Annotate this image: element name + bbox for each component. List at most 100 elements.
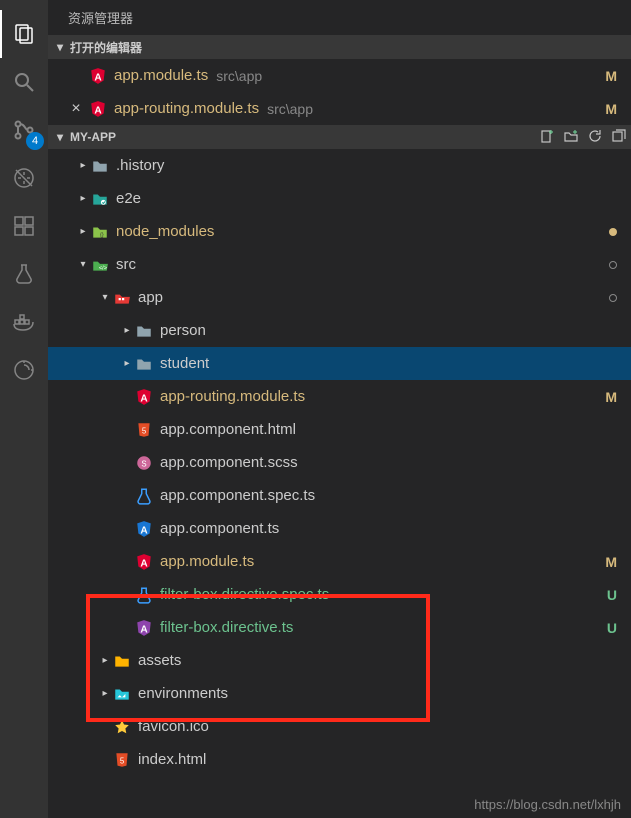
new-file-icon[interactable] [539, 128, 555, 147]
item-label: .history [116, 157, 164, 174]
open-editors-label: 打开的编辑器 [70, 39, 142, 56]
folder-item[interactable]: app [48, 281, 631, 314]
file-item[interactable]: A app.component.ts [48, 512, 631, 545]
activity-bar: 4 [0, 0, 48, 818]
watermark: https://blog.csdn.net/lxhjh [474, 797, 621, 812]
git-dot [609, 261, 617, 269]
git-status: M [605, 554, 617, 570]
svg-text:{}: {} [100, 232, 104, 238]
folder-icon [90, 189, 110, 209]
item-label: src [116, 256, 136, 273]
folder-item[interactable]: {} node_modules [48, 215, 631, 248]
folder-header[interactable]: MY-APP [48, 125, 631, 149]
refresh-icon[interactable] [587, 128, 603, 147]
collapse-icon[interactable] [611, 128, 627, 147]
folder-item[interactable]: environments [48, 677, 631, 710]
item-label: node_modules [116, 223, 214, 240]
folder-item[interactable]: assets [48, 644, 631, 677]
item-label: index.html [138, 751, 206, 768]
chevron-right-icon [120, 358, 134, 369]
scm-badge: 4 [26, 132, 44, 150]
folder-item[interactable]: e2e [48, 182, 631, 215]
folder-icon [90, 156, 110, 176]
item-label: e2e [116, 190, 141, 207]
open-editor-item[interactable]: A app.module.ts src\app M [48, 59, 631, 92]
file-name: app.module.ts [114, 67, 208, 84]
item-label: app [138, 289, 163, 306]
item-label: app.component.spec.ts [160, 487, 315, 504]
docker-tab[interactable] [0, 298, 48, 346]
file-item[interactable]: 5 app.component.html [48, 413, 631, 446]
extensions-tab[interactable] [0, 202, 48, 250]
folder-item[interactable]: student [48, 347, 631, 380]
file-item[interactable]: A app.module.tsM [48, 545, 631, 578]
file-path: src\app [267, 101, 313, 117]
file-item[interactable]: S app.component.scss [48, 446, 631, 479]
file-item[interactable]: A app-routing.module.tsM [48, 380, 631, 413]
file-tree: .history e2e {} node_modules </> src app… [48, 149, 631, 818]
chevron-right-icon [98, 655, 112, 666]
file-item[interactable]: app.component.spec.ts [48, 479, 631, 512]
item-label: app.component.html [160, 421, 296, 438]
folder-icon [134, 354, 154, 374]
open-editor-item[interactable]: × A app-routing.module.ts src\app M [48, 92, 631, 125]
git-status: U [607, 587, 617, 603]
item-label: person [160, 322, 206, 339]
svg-text:</>: </> [99, 265, 107, 271]
file-item[interactable]: 5 index.html [48, 743, 631, 776]
svg-text:A: A [140, 393, 148, 404]
folder-item[interactable]: person [48, 314, 631, 347]
new-folder-icon[interactable] [563, 128, 579, 147]
git-status: M [605, 68, 617, 84]
chevron-right-icon [98, 688, 112, 699]
git-dot [609, 228, 617, 236]
live-tab[interactable] [0, 346, 48, 394]
file-item[interactable]: filter-box.directive.spec.ts U [48, 578, 631, 611]
chevron-right-icon [120, 325, 134, 336]
test-tab[interactable] [0, 250, 48, 298]
file-icon [134, 486, 154, 506]
file-icon: 5 [134, 420, 154, 440]
file-icon: A [134, 618, 154, 638]
svg-text:5: 5 [142, 426, 147, 435]
folder-item[interactable]: </> src [48, 248, 631, 281]
svg-text:A: A [94, 105, 102, 116]
item-label: app-routing.module.ts [160, 388, 305, 405]
item-label: environments [138, 685, 228, 702]
item-label: student [160, 355, 209, 372]
chevron-down-icon [52, 40, 68, 54]
folder-icon [112, 651, 132, 671]
scm-tab[interactable]: 4 [0, 106, 48, 154]
file-item[interactable]: favicon.ico [48, 710, 631, 743]
chevron-down-icon [98, 292, 112, 303]
item-label: filter-box.directive.spec.ts [160, 586, 329, 603]
file-icon: A [134, 519, 154, 539]
open-editors-header[interactable]: 打开的编辑器 [48, 35, 631, 59]
folder-icon: </> [90, 255, 110, 275]
open-editors-list: A app.module.ts src\app M × A app-routin… [48, 59, 631, 125]
chevron-right-icon [76, 226, 90, 237]
search-tab[interactable] [0, 58, 48, 106]
svg-text:5: 5 [120, 756, 125, 765]
folder-header-label: MY-APP [70, 130, 116, 144]
chevron-down-icon [52, 130, 68, 144]
panel-title: 资源管理器 [48, 0, 631, 35]
folder-icon: {} [90, 222, 110, 242]
item-label: favicon.ico [138, 718, 209, 735]
file-path: src\app [216, 68, 262, 84]
git-dot [609, 294, 617, 302]
chevron-right-icon [76, 160, 90, 171]
file-icon: A [134, 387, 154, 407]
file-icon: S [134, 453, 154, 473]
folder-icon [134, 321, 154, 341]
explorer-tab[interactable] [0, 10, 48, 58]
close-icon[interactable]: × [68, 100, 84, 118]
item-label: assets [138, 652, 181, 669]
file-name: app-routing.module.ts [114, 100, 259, 117]
file-icon: 5 [112, 750, 132, 770]
debug-tab[interactable] [0, 154, 48, 202]
folder-item[interactable]: .history [48, 149, 631, 182]
file-item[interactable]: A filter-box.directive.tsU [48, 611, 631, 644]
item-label: app.component.ts [160, 520, 279, 537]
svg-text:A: A [94, 72, 102, 83]
